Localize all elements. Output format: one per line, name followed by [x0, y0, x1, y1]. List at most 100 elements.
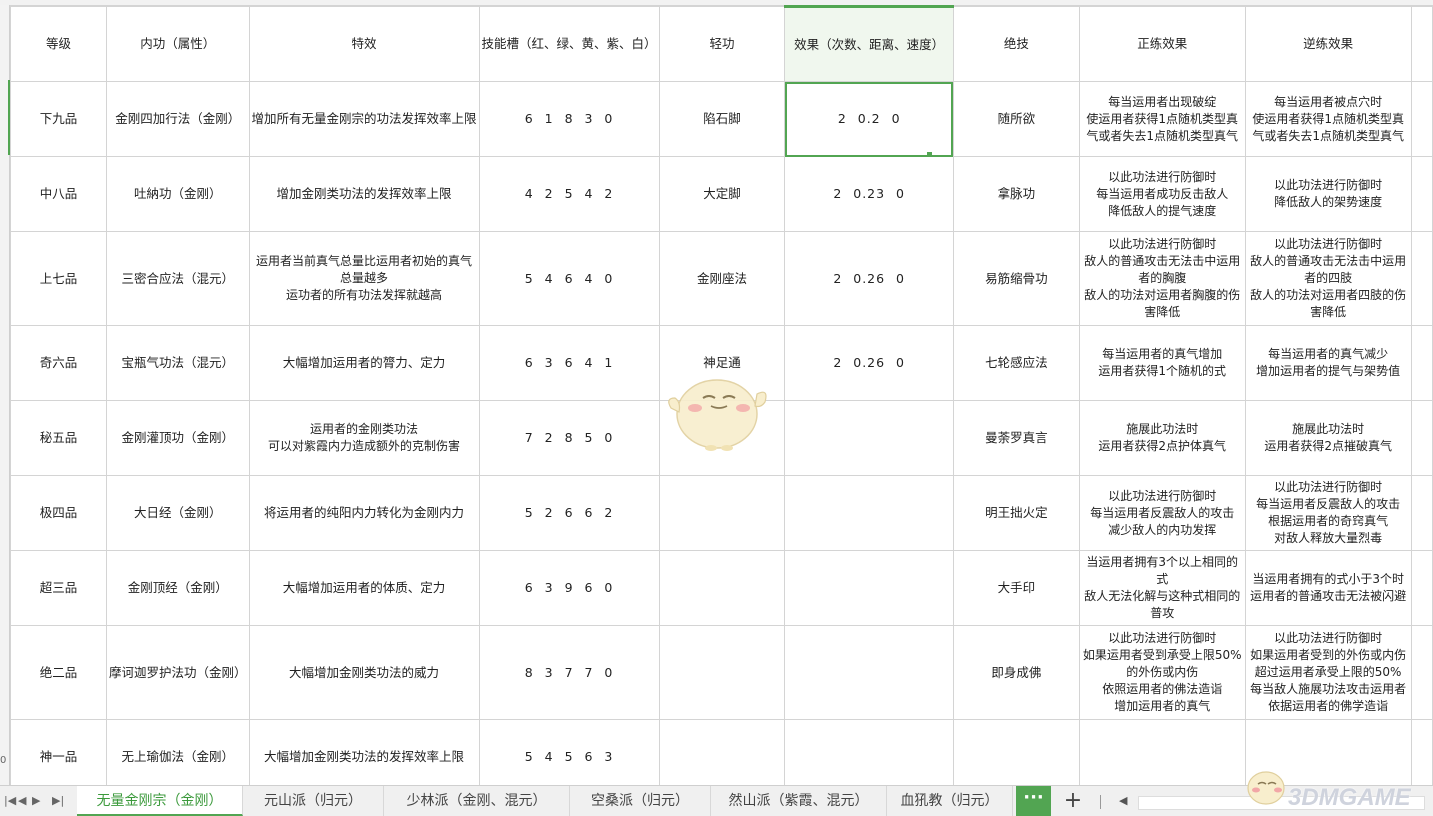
grade-cell[interactable]: 秘五品 — [9, 400, 108, 476]
special-effect-cell[interactable]: 将运用者的纯阳内力转化为金刚内力 — [248, 475, 480, 551]
header-reverse-effect[interactable]: 逆练效果 — [1244, 6, 1412, 82]
inner-skill-cell[interactable]: 金刚顶经（金刚） — [106, 550, 250, 626]
special-effect-cell[interactable]: 大幅增加金刚类功法的威力 — [248, 625, 480, 720]
ultimate-cell[interactable]: 随所欲 — [952, 81, 1080, 157]
forward-effect-cell[interactable] — [1078, 719, 1246, 785]
next-sheet-icon[interactable]: ▶ — [32, 794, 40, 807]
tab-ranshan[interactable]: 然山派（紫霞、混元） — [711, 786, 887, 816]
effect-stats-cell[interactable] — [784, 550, 954, 626]
reverse-effect-cell[interactable]: 每当运用者的真气减少 增加运用者的提气与架势值 — [1244, 325, 1412, 401]
header-empty[interactable] — [1410, 6, 1433, 82]
header-skill-slots[interactable]: 技能槽（红、绿、黄、紫、白） — [478, 6, 660, 82]
tab-yuanshan[interactable]: 元山派（归元） — [243, 786, 384, 816]
ultimate-cell[interactable]: 曼荼罗真言 — [952, 400, 1080, 476]
reverse-effect-cell[interactable]: 当运用者拥有的式小于3个时 运用者的普通攻击无法被闪避 — [1244, 550, 1412, 626]
effect-stats-cell[interactable] — [784, 719, 954, 785]
effect-stats-cell[interactable]: 2 0.26 0 — [784, 231, 954, 326]
grade-cell[interactable]: 奇六品 — [9, 325, 108, 401]
effect-stats-cell-selected[interactable]: 2 0.2 0 — [784, 81, 954, 157]
skill-slots-cell[interactable]: 5 4 6 4 0 — [478, 231, 660, 326]
reverse-effect-cell[interactable]: 以此功法进行防御时 如果运用者受到的外伤或内伤超过运用者承受上限的50% 每当敌… — [1244, 625, 1412, 720]
forward-effect-cell[interactable]: 每当运用者出现破绽 使运用者获得1点随机类型真气或者失去1点随机类型真气 — [1078, 81, 1246, 157]
ultimate-cell[interactable] — [952, 719, 1080, 785]
grade-cell[interactable]: 超三品 — [9, 550, 108, 626]
header-grade[interactable]: 等级 — [9, 6, 108, 82]
reverse-effect-cell[interactable]: 每当运用者被点穴时 使运用者获得1点随机类型真气或者失去1点随机类型真气 — [1244, 81, 1412, 157]
skill-slots-cell[interactable]: 6 1 8 3 0 — [478, 81, 660, 157]
tab-shaolin[interactable]: 少林派（金刚、混元） — [384, 786, 570, 816]
row-number[interactable]: 0 — [0, 755, 9, 766]
add-sheet-button[interactable]: + — [1062, 786, 1084, 816]
more-sheets-button[interactable]: ··· — [1016, 786, 1051, 816]
effect-stats-cell[interactable] — [784, 625, 954, 720]
effect-stats-cell[interactable] — [784, 400, 954, 476]
forward-effect-cell[interactable]: 每当运用者的真气增加 运用者获得1个随机的式 — [1078, 325, 1246, 401]
inner-skill-cell[interactable]: 摩诃迦罗护法功（金刚） — [106, 625, 250, 720]
light-skill-cell[interactable]: 陷石脚 — [658, 81, 786, 157]
empty-cell[interactable] — [1410, 625, 1433, 720]
header-inner-skill[interactable]: 内功（属性） — [106, 6, 250, 82]
inner-skill-cell[interactable]: 三密合应法（混元） — [106, 231, 250, 326]
special-effect-cell[interactable]: 大幅增加金刚类功法的发挥效率上限 — [248, 719, 480, 785]
effect-stats-cell[interactable]: 2 0.23 0 — [784, 156, 954, 232]
effect-stats-cell[interactable] — [784, 475, 954, 551]
reverse-effect-cell[interactable]: 以此功法进行防御时 每当运用者反震敌人的攻击 根据运用者的奇窍真气 对敌人释放大… — [1244, 475, 1412, 551]
tab-xuehou[interactable]: 血犼教（归元） — [887, 786, 1013, 816]
forward-effect-cell[interactable]: 以此功法进行防御时 敌人的普通攻击无法击中运用者的胸腹 敌人的功法对运用者胸腹的… — [1078, 231, 1246, 326]
forward-effect-cell[interactable]: 以此功法进行防御时 每当运用者反震敌人的攻击 减少敌人的内功发挥 — [1078, 475, 1246, 551]
skill-slots-cell[interactable]: 6 3 6 4 1 — [478, 325, 660, 401]
empty-cell[interactable] — [1410, 325, 1433, 401]
special-effect-cell[interactable]: 运用者当前真气总量比运用者初始的真气总量越多 运功者的所有功法发挥就越高 — [248, 231, 480, 326]
empty-cell[interactable] — [1410, 156, 1433, 232]
light-skill-cell[interactable]: 金刚座法 — [658, 231, 786, 326]
skill-slots-cell[interactable]: 6 3 9 6 0 — [478, 550, 660, 626]
inner-skill-cell[interactable]: 金刚四加行法（金刚） — [106, 81, 250, 157]
light-skill-cell[interactable] — [658, 475, 786, 551]
last-sheet-icon[interactable]: ▶| — [52, 794, 64, 807]
reverse-effect-cell[interactable]: 施展此功法时 运用者获得2点摧破真气 — [1244, 400, 1412, 476]
special-effect-cell[interactable]: 增加所有无量金刚宗的功法发挥效率上限 — [248, 81, 480, 157]
ultimate-cell[interactable]: 易筋缩骨功 — [952, 231, 1080, 326]
header-forward-effect[interactable]: 正练效果 — [1078, 6, 1246, 82]
inner-skill-cell[interactable]: 无上瑜伽法（金刚） — [106, 719, 250, 785]
skill-slots-cell[interactable]: 8 3 7 7 0 — [478, 625, 660, 720]
empty-cell[interactable] — [1410, 400, 1433, 476]
grade-cell[interactable]: 上七品 — [9, 231, 108, 326]
first-sheet-icon[interactable]: |◀ — [4, 794, 16, 807]
grade-cell[interactable]: 绝二品 — [9, 625, 108, 720]
reverse-effect-cell[interactable]: 以此功法进行防御时 降低敌人的架势速度 — [1244, 156, 1412, 232]
ultimate-cell[interactable]: 大手印 — [952, 550, 1080, 626]
light-skill-cell[interactable] — [658, 550, 786, 626]
header-effect-stats[interactable]: 效果（次数、距离、速度） — [784, 5, 954, 82]
light-skill-cell[interactable]: 大定脚 — [658, 156, 786, 232]
forward-effect-cell[interactable]: 以此功法进行防御时 如果运用者受到承受上限50%的外伤或内伤 依照运用者的佛法造… — [1078, 625, 1246, 720]
ultimate-cell[interactable]: 七轮感应法 — [952, 325, 1080, 401]
forward-effect-cell[interactable]: 施展此功法时 运用者获得2点护体真气 — [1078, 400, 1246, 476]
inner-skill-cell[interactable]: 金刚灌顶功（金刚） — [106, 400, 250, 476]
tab-kongsang[interactable]: 空桑派（归元） — [570, 786, 711, 816]
special-effect-cell[interactable]: 大幅增加运用者的体质、定力 — [248, 550, 480, 626]
header-special-effect[interactable]: 特效 — [248, 6, 480, 82]
forward-effect-cell[interactable]: 当运用者拥有3个以上相同的式 敌人无法化解与这种式相同的普攻 — [1078, 550, 1246, 626]
header-light-skill[interactable]: 轻功 — [658, 6, 786, 82]
skill-slots-cell[interactable]: 5 2 6 6 2 — [478, 475, 660, 551]
reverse-effect-cell[interactable]: 以此功法进行防御时 敌人的普通攻击无法击中运用者的四肢 敌人的功法对运用者四肢的… — [1244, 231, 1412, 326]
special-effect-cell[interactable]: 增加金刚类功法的发挥效率上限 — [248, 156, 480, 232]
inner-skill-cell[interactable]: 大日经（金刚） — [106, 475, 250, 551]
special-effect-cell[interactable]: 运用者的金刚类功法 可以对紫霞内力造成额外的克制伤害 — [248, 400, 480, 476]
tab-wuliang-jingang[interactable]: 无量金刚宗（金刚） — [77, 786, 243, 816]
empty-cell[interactable] — [1410, 475, 1433, 551]
forward-effect-cell[interactable]: 以此功法进行防御时 每当运用者成功反击敌人 降低敌人的提气速度 — [1078, 156, 1246, 232]
light-skill-cell[interactable] — [658, 719, 786, 785]
scroll-left-icon[interactable]: ◀ — [1119, 794, 1127, 807]
empty-cell[interactable] — [1410, 231, 1433, 326]
empty-cell[interactable] — [1410, 81, 1433, 157]
special-effect-cell[interactable]: 大幅增加运用者的膂力、定力 — [248, 325, 480, 401]
ultimate-cell[interactable]: 明王拙火定 — [952, 475, 1080, 551]
skill-slots-cell[interactable]: 4 2 5 4 2 — [478, 156, 660, 232]
grade-cell[interactable]: 中八品 — [9, 156, 108, 232]
grade-cell[interactable]: 极四品 — [9, 475, 108, 551]
skill-slots-cell[interactable]: 7 2 8 5 0 — [478, 400, 660, 476]
grade-cell[interactable]: 神一品 — [9, 719, 108, 785]
empty-cell[interactable] — [1410, 550, 1433, 626]
